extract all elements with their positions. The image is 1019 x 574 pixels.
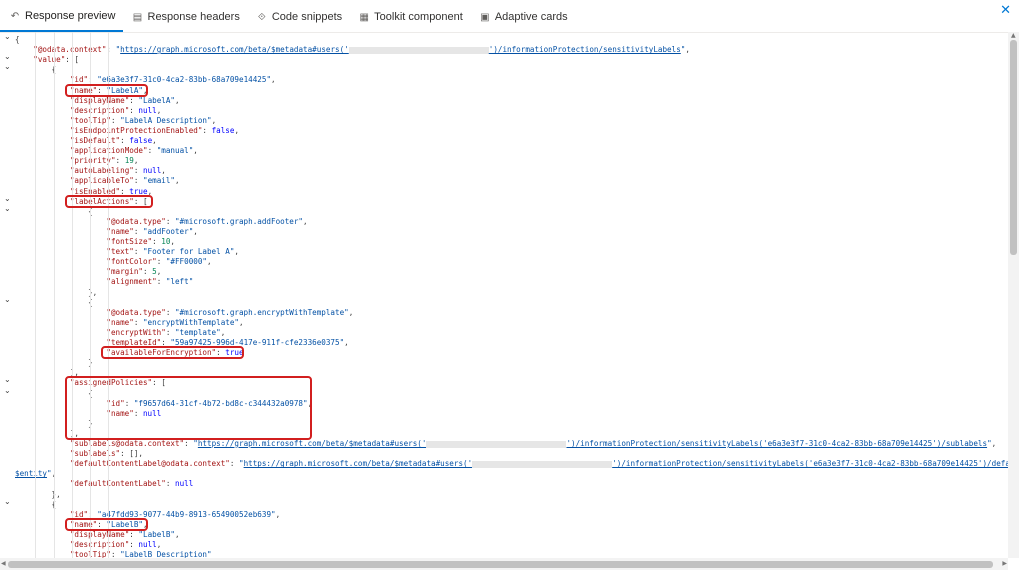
code-line: "displayName": "LabelB", xyxy=(69,529,180,539)
fold-chevron-icon[interactable]: ⌄ xyxy=(4,295,11,304)
indent-guide xyxy=(90,32,92,558)
highlight-box-name-labela xyxy=(64,83,148,97)
code-line: "fontColor": "#FF0000", xyxy=(106,257,212,267)
highlight-box-available-for-encryption xyxy=(101,346,244,360)
code-line: "description": null, xyxy=(69,540,162,549)
vertical-scroll-thumb[interactable] xyxy=(1010,40,1017,255)
toolkit-icon: ▦ xyxy=(359,11,369,23)
code-line: "applicationMode": "manual", xyxy=(69,146,198,156)
code-line: "description": null, xyxy=(69,105,162,115)
fold-chevron-icon[interactable]: ⌄ xyxy=(4,52,11,61)
highlight-box-name-labelb xyxy=(64,517,148,531)
fold-chevron-icon[interactable]: ⌄ xyxy=(4,194,11,203)
code-line: "sublabels@odata.context": "https://grap… xyxy=(69,439,997,448)
code-line: "autoLabeling": null, xyxy=(69,166,166,176)
fold-chevron-icon[interactable]: ⌄ xyxy=(4,204,11,213)
horizontal-scroll-thumb[interactable] xyxy=(8,561,993,568)
fold-chevron-icon[interactable]: ⌄ xyxy=(4,497,11,506)
scroll-right-icon[interactable]: ▶ xyxy=(1002,560,1007,567)
tab-response-headers[interactable]: ▤ Response headers xyxy=(123,2,247,32)
document-icon: ▤ xyxy=(132,11,143,23)
highlight-box-assigned-policies xyxy=(64,376,313,440)
tab-response-preview[interactable]: ↶ Response preview xyxy=(0,2,123,32)
indent-guide xyxy=(108,32,110,558)
code-line: { xyxy=(15,35,20,44)
tab-bar: ↶ Response preview ▤ Response headers ⟐ … xyxy=(0,0,1019,33)
code-line: "toolTip": "LabelA Description", xyxy=(69,115,217,125)
code-line: "text": "Footer for Label A", xyxy=(106,247,239,257)
code-line: "@odata.context": "https://graph.microso… xyxy=(33,45,690,55)
tab-label: Code snippets xyxy=(271,11,343,23)
code-line: "margin": 5, xyxy=(106,267,162,277)
fold-chevron-icon[interactable]: ⌄ xyxy=(4,32,11,41)
tab-label: Adaptive cards xyxy=(494,11,568,23)
code-line: "name": "encryptWithTemplate", xyxy=(106,317,244,327)
fold-chevron-icon[interactable]: ⌄ xyxy=(4,375,11,384)
horizontal-scrollbar[interactable]: ◀ ▶ xyxy=(0,558,1008,570)
code-line: "isDefault": false, xyxy=(69,136,157,145)
indent-guide xyxy=(71,32,73,558)
close-icon[interactable]: ✕ xyxy=(1000,3,1011,18)
vertical-scrollbar[interactable]: ▲ xyxy=(1008,32,1019,558)
code-line: "name": "addFooter", xyxy=(106,226,198,236)
code-line: "displayName": "LabelA", xyxy=(69,95,180,105)
fold-chevron-icon[interactable]: ⌄ xyxy=(4,62,11,71)
tab-code-snippets[interactable]: ⟐ Code snippets xyxy=(247,2,349,32)
tab-adaptive-cards[interactable]: ▣ Adaptive cards xyxy=(470,2,575,32)
code-icon: ⟐ xyxy=(257,11,266,23)
code-line: "priority": 19, xyxy=(69,156,139,166)
code-line: "fontSize": 10, xyxy=(106,237,175,246)
code-line: "defaultContentLabel@odata.context": "ht… xyxy=(69,459,1008,469)
tab-label: Response preview xyxy=(25,10,116,22)
json-response-viewer[interactable]: ⌄ ⌄ ⌄ ⌄ ⌄ ⌄ ⌄ ⌄ ⌄ {"@odata.context": "https://gr… xyxy=(0,32,1008,558)
indent-guide xyxy=(35,32,37,558)
code-line: "encryptWith": "template", xyxy=(106,327,226,337)
tab-toolkit-component[interactable]: ▦ Toolkit component xyxy=(349,2,470,32)
card-icon: ▣ xyxy=(480,11,490,23)
code-line: "alignment": "left" xyxy=(106,277,194,287)
code-line: "@odata.type": "#microsoft.graph.addFoot… xyxy=(106,216,308,226)
highlight-box-label-actions xyxy=(64,194,153,208)
code-line: "@odata.type": "#microsoft.graph.encrypt… xyxy=(106,307,354,317)
tab-label: Toolkit component xyxy=(374,11,463,23)
scroll-up-icon[interactable]: ▲ xyxy=(1011,32,1016,39)
indent-guide xyxy=(53,32,55,558)
fold-chevron-icon[interactable]: ⌄ xyxy=(4,386,11,395)
undo-arrow-icon: ↶ xyxy=(10,10,20,22)
code-line: "isEndpointProtectionEnabled": false, xyxy=(69,125,240,135)
code-line: "applicableTo": "email", xyxy=(69,176,180,186)
scroll-left-icon[interactable]: ◀ xyxy=(1,560,6,567)
code-line: "defaultContentLabel": null xyxy=(69,479,194,489)
code-line: "sublabels": [], xyxy=(69,449,143,459)
fold-gutter: ⌄ ⌄ ⌄ ⌄ ⌄ ⌄ ⌄ ⌄ ⌄ xyxy=(0,32,15,558)
tab-label: Response headers xyxy=(147,11,240,23)
